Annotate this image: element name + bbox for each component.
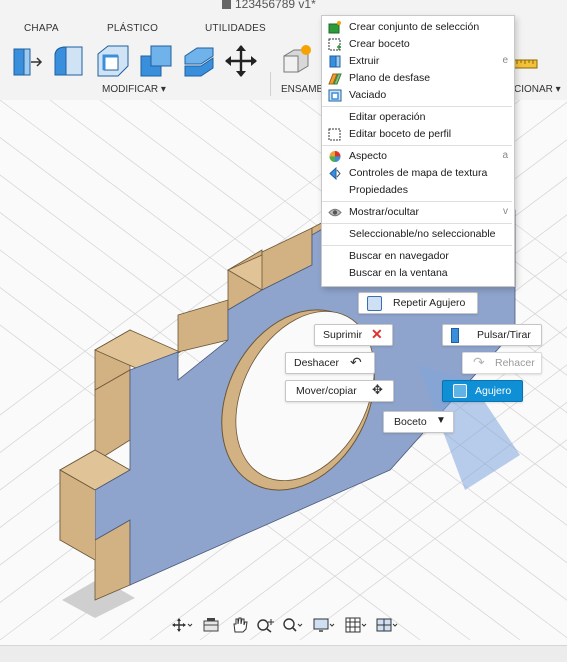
menu-separator xyxy=(322,245,512,246)
menu-item-extrude[interactable]: Extruir e xyxy=(322,53,512,70)
zoom-icon[interactable] xyxy=(255,617,277,633)
move-arrows-icon: ✥ xyxy=(372,382,383,397)
menu-label: Controles de mapa de textura xyxy=(349,167,488,179)
menu-label: Buscar en navegador xyxy=(349,250,449,262)
menu-separator xyxy=(322,201,512,202)
navigation-bar xyxy=(171,614,407,636)
press-pull-icon xyxy=(451,328,459,343)
menu-label: Plano de desfase xyxy=(349,72,431,84)
menu-label: Crear conjunto de selección xyxy=(349,21,480,33)
window-title: 123456789 v1* xyxy=(222,0,316,11)
menu-shortcut: a xyxy=(502,150,508,161)
delete-label: Suprimir xyxy=(323,329,363,341)
menu-label: Buscar en la ventana xyxy=(349,267,448,279)
menu-separator xyxy=(322,145,512,146)
menu-item-show-hide[interactable]: Mostrar/ocultar v xyxy=(322,204,512,221)
delete-x-icon: ✕ xyxy=(371,326,383,342)
move-copy-button[interactable]: Mover/copiar ✥ xyxy=(285,380,394,402)
menu-label: Vaciado xyxy=(349,89,387,101)
texture-map-icon xyxy=(329,167,341,180)
appearance-icon xyxy=(329,151,341,162)
hole-icon xyxy=(453,384,467,398)
menu-separator xyxy=(322,223,512,224)
offset-plane-icon xyxy=(328,73,342,85)
nuevo-componente-icon[interactable] xyxy=(281,44,315,78)
menu-item-edit-feature[interactable]: Editar operación xyxy=(322,109,512,126)
tab-chapa[interactable]: CHAPA xyxy=(24,23,59,34)
press-pull-button[interactable]: Pulsar/Tirar xyxy=(442,324,542,346)
menu-label: Mostrar/ocultar xyxy=(349,206,420,218)
menu-item-find-in-window[interactable]: Buscar en la ventana xyxy=(322,265,512,282)
extrude-icon xyxy=(329,55,341,68)
undo-button[interactable]: Deshacer ↶ xyxy=(285,352,375,374)
menu-shortcut: e xyxy=(502,55,508,66)
pulsar-tirar-icon[interactable] xyxy=(10,44,44,78)
tab-utilidades[interactable]: UTILIDADES xyxy=(205,23,266,34)
menu-item-shell[interactable]: Vaciado xyxy=(322,87,512,104)
menu-shortcut: v xyxy=(503,206,508,217)
repeat-hole-button[interactable]: Repetir Agujero xyxy=(358,292,478,314)
orbit-icon[interactable] xyxy=(171,617,193,633)
group-ensamblar[interactable]: ENSAMB xyxy=(281,84,323,95)
menu-item-properties[interactable]: Propiedades xyxy=(322,182,512,199)
desfase-caras-icon[interactable] xyxy=(182,44,216,78)
menu-label: Aspecto xyxy=(349,150,387,162)
menu-item-edit-profile-sketch[interactable]: Editar boceto de perfil xyxy=(322,126,512,143)
edit-sketch-icon xyxy=(328,128,341,141)
move-copy-label: Mover/copiar xyxy=(296,385,357,397)
menu-label: Extruir xyxy=(349,55,380,67)
hole-button[interactable]: Agujero xyxy=(442,380,523,402)
menu-item-appearance[interactable]: Aspecto a xyxy=(322,148,512,165)
status-bar xyxy=(0,645,567,662)
undo-label: Deshacer xyxy=(294,357,339,369)
file-icon xyxy=(222,0,231,9)
ribbon-divider xyxy=(270,72,271,96)
sketch-icon xyxy=(328,38,341,51)
menu-label: Propiedades xyxy=(349,184,408,196)
delete-button[interactable]: Suprimir ✕ xyxy=(314,324,393,346)
context-menu: Crear conjunto de selección Crear boceto… xyxy=(321,15,515,287)
press-pull-label: Pulsar/Tirar xyxy=(477,329,531,341)
viewports-icon[interactable] xyxy=(376,617,398,633)
look-at-icon[interactable] xyxy=(201,617,223,633)
empalme-icon[interactable] xyxy=(52,44,86,78)
redo-arrow-icon: ↷ xyxy=(473,354,485,370)
undo-arrow-icon: ↶ xyxy=(350,354,362,370)
menu-label: Crear boceto xyxy=(349,38,410,50)
window-title-text: 123456789 v1* xyxy=(235,0,316,11)
display-settings-icon[interactable] xyxy=(313,617,335,633)
combinar-icon[interactable] xyxy=(139,44,173,78)
shell-icon xyxy=(328,89,342,102)
sketch-label: Boceto xyxy=(394,416,427,428)
mover-icon[interactable] xyxy=(224,44,258,78)
menu-item-selectable[interactable]: Seleccionable/no seleccionable xyxy=(322,226,512,243)
eye-icon xyxy=(328,208,342,217)
redo-button[interactable]: ↷ Rehacer xyxy=(462,352,542,374)
repeat-hole-label: Repetir Agujero xyxy=(393,297,466,309)
tab-plastico[interactable]: PLÁSTICO xyxy=(107,23,158,34)
selection-set-icon xyxy=(328,21,341,34)
menu-item-offset-plane[interactable]: Plano de desfase xyxy=(322,70,512,87)
chevron-down-icon: ▼ xyxy=(436,415,446,426)
menu-item-texture-map-controls[interactable]: Controles de mapa de textura xyxy=(322,165,512,182)
hole-label: Agujero xyxy=(475,385,512,397)
redo-label: Rehacer xyxy=(495,357,535,369)
menu-label: Seleccionable/no seleccionable xyxy=(349,228,496,240)
menu-label: Editar operación xyxy=(349,111,426,123)
menu-item-find-in-browser[interactable]: Buscar en navegador xyxy=(322,248,512,265)
menu-separator xyxy=(322,106,512,107)
group-modificar[interactable]: MODIFICAR ▾ xyxy=(102,84,166,95)
menu-item-create-selection-set[interactable]: Crear conjunto de selección xyxy=(322,19,512,36)
group-inspeccionar[interactable]: CIONAR ▾ xyxy=(514,84,561,95)
hole-icon xyxy=(367,296,382,311)
fit-icon[interactable] xyxy=(281,617,303,633)
menu-label: Editar boceto de perfil xyxy=(349,128,452,140)
sketch-button[interactable]: Boceto ▼ xyxy=(383,411,454,433)
vaciado-icon[interactable] xyxy=(96,44,130,78)
pan-icon[interactable] xyxy=(229,617,251,633)
menu-item-create-sketch[interactable]: Crear boceto xyxy=(322,36,512,53)
grid-icon[interactable] xyxy=(345,617,367,633)
medir-icon[interactable] xyxy=(511,50,539,72)
